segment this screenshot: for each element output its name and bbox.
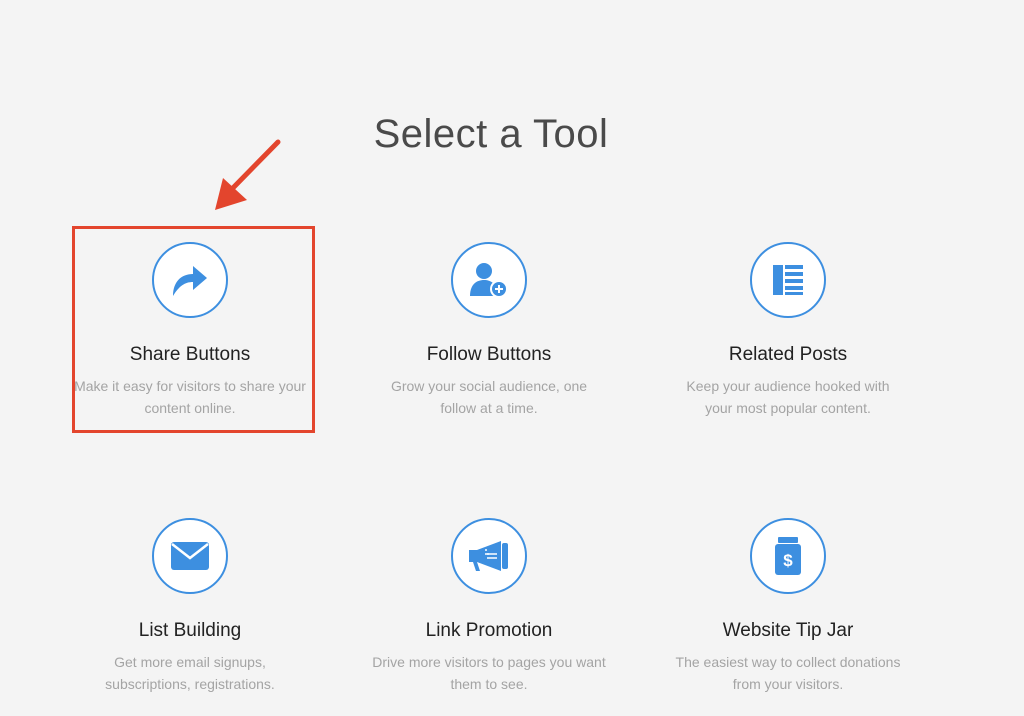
tool-description: Drive more visitors to pages you want th… xyxy=(369,652,609,695)
share-icon-circle xyxy=(152,242,228,318)
tool-description-line: subscriptions, registrations. xyxy=(105,675,275,692)
tool-name: Link Promotion xyxy=(425,620,553,641)
tool-name: Related Posts xyxy=(728,344,848,365)
tool-description-line: from your visitors. xyxy=(732,675,844,692)
annotation-arrow-icon xyxy=(215,139,281,210)
tool-description-line: your most popular content. xyxy=(705,399,871,416)
tool-description-line: Make it easy for visitors to share your xyxy=(74,378,306,394)
link-promotion-icon-circle xyxy=(451,518,527,594)
tool-description: Get more email signups, subscriptions, r… xyxy=(70,652,310,695)
tool-description: Grow your social audience, one follow at… xyxy=(369,376,609,419)
tool-description-line: Drive more visitors to pages you want xyxy=(372,654,606,670)
tool-description: Keep your audience hooked with your most… xyxy=(668,376,908,419)
follow-icon-circle xyxy=(451,242,527,318)
tool-description-line: follow at a time. xyxy=(440,399,538,416)
user-add-icon xyxy=(470,263,508,298)
tip-jar-icon-circle: $ xyxy=(750,518,826,594)
tool-name: List Building xyxy=(138,620,242,641)
tool-website-tip-jar[interactable]: $ Website Tip Jar The easiest way to col… xyxy=(658,518,918,695)
page: Select a Tool Share Buttons Make it easy… xyxy=(0,0,1024,716)
tool-description-line: The easiest way to collect donations xyxy=(675,654,901,670)
svg-text:$: $ xyxy=(783,551,793,570)
list-building-icon-circle xyxy=(152,518,228,594)
tool-description-line: Get more email signups, xyxy=(114,654,266,670)
tool-share-buttons[interactable]: Share Buttons Make it easy for visitors … xyxy=(60,242,320,419)
megaphone-icon xyxy=(469,541,508,571)
tool-related-posts[interactable]: Related Posts Keep your audience hooked … xyxy=(658,242,918,419)
tool-description-line: them to see. xyxy=(450,675,528,692)
tool-name: Follow Buttons xyxy=(426,344,552,365)
related-icon-circle xyxy=(750,242,826,318)
tool-description-line: Keep your audience hooked with xyxy=(686,378,890,394)
tool-description: The easiest way to collect donations fro… xyxy=(668,652,908,695)
tool-description-line: Grow your social audience, one xyxy=(390,378,588,394)
tool-description: Make it easy for visitors to share your … xyxy=(70,376,310,419)
tool-name: Share Buttons xyxy=(129,344,251,365)
page-title: Select a Tool xyxy=(373,112,609,156)
list-icon xyxy=(773,265,803,295)
tip-jar-icon: $ xyxy=(775,537,801,575)
envelope-icon xyxy=(171,542,209,570)
tool-list-building[interactable]: List Building Get more email signups, su… xyxy=(60,518,320,695)
tool-link-promotion[interactable]: Link Promotion Drive more visitors to pa… xyxy=(359,518,619,695)
tool-name: Website Tip Jar xyxy=(722,620,854,641)
tool-description-line: content online. xyxy=(144,399,236,416)
tool-follow-buttons[interactable]: Follow Buttons Grow your social audience… xyxy=(359,242,619,419)
share-arrow-icon xyxy=(173,266,207,296)
